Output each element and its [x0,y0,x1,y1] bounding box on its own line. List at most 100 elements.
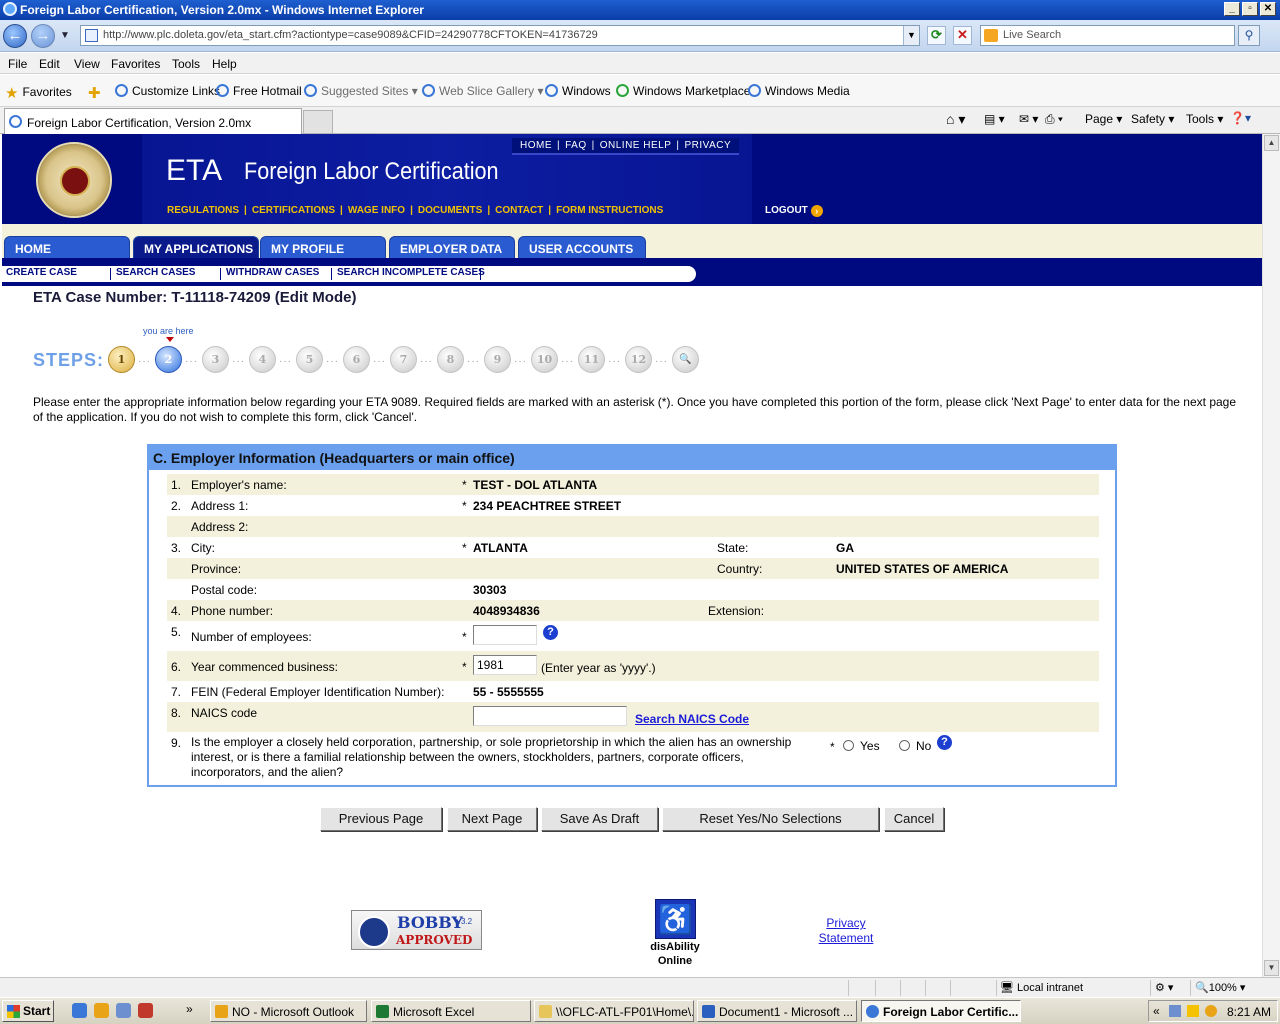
privacy-statement-link[interactable]: Privacy Statement [810,916,882,946]
safety-menu[interactable]: Safety ▾ [1131,112,1174,126]
tray-expand-icon[interactable]: « [1153,1004,1160,1018]
help-question-icon[interactable]: ? [937,735,952,750]
top-link-faq[interactable]: FAQ [565,140,587,151]
feeds-icon[interactable]: ▤ ▾ [984,112,1005,126]
task-excel[interactable]: Microsoft Excel [371,1000,531,1022]
menu-edit[interactable]: Edit [39,57,60,71]
quick-launch-ie-icon[interactable] [72,1003,87,1018]
start-button[interactable]: Start [2,1000,54,1022]
protected-mode-icon[interactable]: ⚙ ▾ [1155,981,1173,994]
network-icon[interactable] [1169,1005,1181,1017]
nav-wage-info[interactable]: WAGE INFO [348,205,405,216]
status-bar: 🖥 Local intranet ⚙ ▾ 🔍100% ▾ [0,977,1280,997]
address-url[interactable]: http://www.plc.doleta.gov/eta_start.cfm?… [103,29,598,41]
mail-icon[interactable] [1187,1005,1199,1017]
ownership-yes-radio[interactable] [843,740,854,751]
tab-my-profile[interactable]: MY PROFILE [260,236,386,258]
task-outlook[interactable]: NO - Microsoft Outlook [210,1000,367,1022]
nav-certifications[interactable]: CERTIFICATIONS [252,205,335,216]
search-box[interactable]: Live Search [980,25,1235,46]
naics-code-input[interactable] [473,706,627,726]
favorites-star-icon: ★ [5,85,19,102]
search-naics-link[interactable]: Search NAICS Code [635,712,749,726]
minimize-button[interactable]: _ [1224,2,1240,16]
task-internet-explorer[interactable]: Foreign Labor Certific... [861,1000,1021,1022]
help-icon[interactable]: ❓▾ [1230,111,1251,125]
year-commenced-input[interactable] [473,655,537,675]
ie-icon [748,84,761,97]
menu-favorites[interactable]: Favorites [111,57,160,71]
fav-windows-media[interactable]: Windows Media [748,84,850,98]
logout-link[interactable]: LOGOUT › [765,205,823,217]
disability-online-link[interactable]: disAbility Online [645,940,705,968]
back-arrow-icon[interactable]: ← [3,24,27,48]
print-icon[interactable]: ⎙ ▾ [1045,112,1063,127]
restore-button[interactable]: ▫ [1242,2,1258,16]
sublink-withdraw-cases[interactable]: WITHDRAW CASES [226,267,319,278]
browser-tab-active[interactable]: Foreign Labor Certification, Version 2.0… [4,108,302,134]
home-icon[interactable]: ⌂ ▾ [946,111,965,128]
tools-menu[interactable]: Tools ▾ [1186,112,1223,126]
search-magnifier-icon[interactable]: ⚲ [1238,25,1260,46]
quick-launch-acrobat-icon[interactable] [138,1003,153,1018]
fav-suggested-sites[interactable]: Suggested Sites ▾ [304,84,418,98]
menu-view[interactable]: View [74,57,100,71]
next-page-button[interactable]: Next Page [447,807,537,831]
menu-file[interactable]: File [8,57,27,71]
nav-contact[interactable]: CONTACT [495,205,543,216]
page-menu[interactable]: Page ▾ [1085,112,1122,126]
fav-free-hotmail[interactable]: Free Hotmail [216,84,302,98]
task-file-explorer[interactable]: \\OFLC-ATL-FP01\Home\... [534,1000,694,1022]
fav-windows-marketplace[interactable]: Windows Marketplace [616,84,750,98]
reset-yes-no-button[interactable]: Reset Yes/No Selections [662,807,879,831]
zoom-level[interactable]: 🔍100% ▾ [1195,981,1245,994]
refresh-icon[interactable]: ⟳ [927,26,946,45]
browser-navigation-bar: ← → ▼ http://www.plc.doleta.gov/eta_star… [0,20,1280,52]
quick-launch-explorer-icon[interactable] [116,1003,131,1018]
tab-home[interactable]: HOME [4,236,130,258]
search-placeholder[interactable]: Live Search [1003,29,1061,41]
favorites-button[interactable]: ★ Favorites [5,84,72,102]
address-dropdown-icon[interactable]: ▼ [903,26,919,45]
close-window-button[interactable]: ✕ [1260,2,1276,16]
add-favorites-icon[interactable]: ✚ [88,84,105,102]
top-link-online-help[interactable]: ONLINE HELP [600,140,672,151]
save-as-draft-button[interactable]: Save As Draft [541,807,658,831]
nav-form-instructions[interactable]: FORM INSTRUCTIONS [556,205,663,216]
vertical-scrollbar[interactable]: ▲ ▼ [1262,134,1280,977]
tab-my-applications[interactable]: MY APPLICATIONS [133,236,259,258]
task-word[interactable]: Document1 - Microsoft ... [697,1000,857,1022]
quick-launch-more-icon[interactable]: » [186,1002,193,1016]
read-mail-icon[interactable]: ✉ ▾ [1019,112,1038,126]
bobby-approved-badge[interactable]: BOBBY v3.2 APPROVED [351,910,482,950]
top-link-privacy[interactable]: PRIVACY [684,140,731,151]
menu-help[interactable]: Help [212,57,237,71]
fav-customize-links[interactable]: Customize Links [115,84,220,98]
nav-documents[interactable]: DOCUMENTS [418,205,482,216]
forward-arrow-icon[interactable]: → [31,24,55,48]
sublink-search-incomplete-cases[interactable]: SEARCH INCOMPLETE CASES [337,267,485,278]
top-link-home[interactable]: HOME [520,140,552,151]
scroll-down-arrow-icon[interactable]: ▼ [1264,960,1279,976]
sublink-create-case[interactable]: CREATE CASE [6,267,77,278]
outlook-tray-icon[interactable] [1205,1005,1217,1017]
sublink-search-cases[interactable]: SEARCH CASES [116,267,195,278]
fav-windows[interactable]: Windows [545,84,611,98]
quick-launch-outlook-icon[interactable] [94,1003,109,1018]
history-dropdown-icon[interactable]: ▼ [60,30,70,41]
menu-tools[interactable]: Tools [172,57,200,71]
tab-employer-data[interactable]: EMPLOYER DATA [389,236,515,258]
tab-user-accounts[interactable]: USER ACCOUNTS [518,236,646,258]
scroll-up-arrow-icon[interactable]: ▲ [1264,135,1279,151]
stop-icon[interactable]: ✕ [953,26,972,45]
new-tab-button[interactable] [303,110,333,134]
ownership-no-radio[interactable] [899,740,910,751]
help-question-icon[interactable]: ? [543,625,558,640]
previous-page-button[interactable]: Previous Page [320,807,442,831]
nav-regulations[interactable]: REGULATIONS [167,205,239,216]
fav-web-slice-gallery[interactable]: Web Slice Gallery ▾ [422,84,544,98]
address-bar[interactable]: http://www.plc.doleta.gov/eta_start.cfm?… [80,25,920,46]
employees-input[interactable] [473,625,537,645]
cancel-button[interactable]: Cancel [884,807,944,831]
wheelchair-icon[interactable]: ♿ [655,899,696,939]
